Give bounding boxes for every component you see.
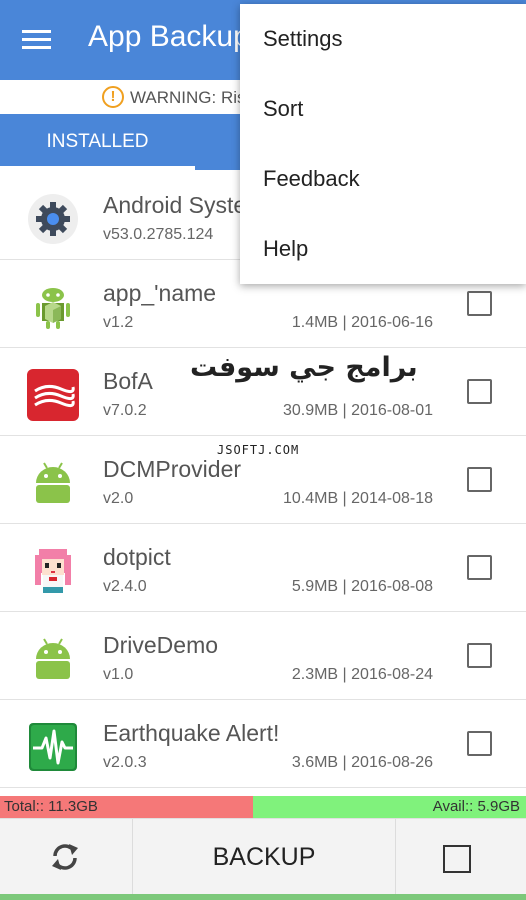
app-version: v1.0 (103, 666, 134, 683)
pixel-girl-icon (35, 549, 71, 593)
app-size-date: 1.4MB | 2016-06-16 (291, 314, 433, 331)
watermark-site: JSOFTJ.COM (217, 443, 300, 457)
app-size-date: 30.9MB | 2016-08-01 (282, 402, 433, 419)
menu-item-help[interactable]: Help (240, 214, 526, 284)
tab-installed[interactable]: INSTALLED (0, 114, 195, 170)
watermark-arabic: برامج جي سوفت (190, 352, 418, 383)
app-version: v53.0.2785.124 (103, 226, 214, 243)
hamburger-icon[interactable] (22, 25, 58, 55)
android-box-icon (36, 288, 70, 329)
android-icon (36, 462, 70, 503)
app-name: dotpict (103, 544, 171, 570)
bottom-accent-line (0, 894, 526, 900)
refresh-button[interactable] (0, 819, 133, 895)
app-checkbox[interactable] (467, 291, 492, 316)
app-checkbox[interactable] (467, 379, 492, 404)
app-version: v2.4.0 (103, 578, 147, 595)
app-name: Android Syste (103, 192, 247, 218)
menu-item-settings[interactable]: Settings (240, 4, 526, 74)
backup-button[interactable]: BACKUP (133, 819, 396, 895)
app-row[interactable]: dotpict v2.4.0 5.9MB | 2016-08-08 (0, 524, 526, 612)
checkbox-icon (443, 845, 471, 873)
warning-text: WARNING: Ris (130, 88, 246, 107)
app-row[interactable]: Earthquake Alert! v2.0.3 3.6MB | 2016-08… (0, 700, 526, 788)
menu-item-sort[interactable]: Sort (240, 74, 526, 144)
gear-icon (28, 194, 78, 244)
select-all-button[interactable] (396, 819, 526, 895)
refresh-icon (52, 844, 78, 870)
warning-icon: ! (102, 86, 124, 108)
bofa-flag-icon (27, 369, 79, 421)
app-size-date: 10.4MB | 2014-08-18 (282, 490, 433, 507)
app-title: App Backup (88, 20, 250, 53)
menu-item-feedback[interactable]: Feedback (240, 144, 526, 214)
app-row[interactable]: DriveDemo v1.0 2.3MB | 2016-08-24 (0, 612, 526, 700)
app-name: DCMProvider (103, 456, 242, 482)
app-size-date: 5.9MB | 2016-08-08 (291, 578, 433, 595)
storage-bar: Total:: 11.3GB Avail:: 5.9GB (0, 796, 526, 818)
seismograph-icon (29, 723, 77, 771)
overflow-menu: Settings Sort Feedback Help (240, 4, 526, 284)
app-checkbox[interactable] (467, 731, 492, 756)
app-version: v2.0.3 (103, 754, 147, 771)
app-size-date: 3.6MB | 2016-08-26 (291, 754, 433, 771)
app-checkbox[interactable] (467, 643, 492, 668)
app-name: BofA (103, 368, 153, 394)
app-name: Earthquake Alert! (103, 720, 280, 746)
app-size-date: 2.3MB | 2016-08-24 (291, 666, 433, 683)
bottom-action-bar: BACKUP (0, 818, 526, 895)
app-checkbox[interactable] (467, 555, 492, 580)
android-icon (36, 638, 70, 679)
app-version: v7.0.2 (103, 402, 147, 419)
app-checkbox[interactable] (467, 467, 492, 492)
app-name: DriveDemo (103, 632, 219, 658)
app-version: v2.0 (103, 490, 134, 507)
app-version: v1.2 (103, 314, 134, 331)
storage-total: Total:: 11.3GB (0, 796, 253, 818)
app-name: app_'name (103, 280, 217, 306)
storage-available: Avail:: 5.9GB (253, 796, 526, 818)
